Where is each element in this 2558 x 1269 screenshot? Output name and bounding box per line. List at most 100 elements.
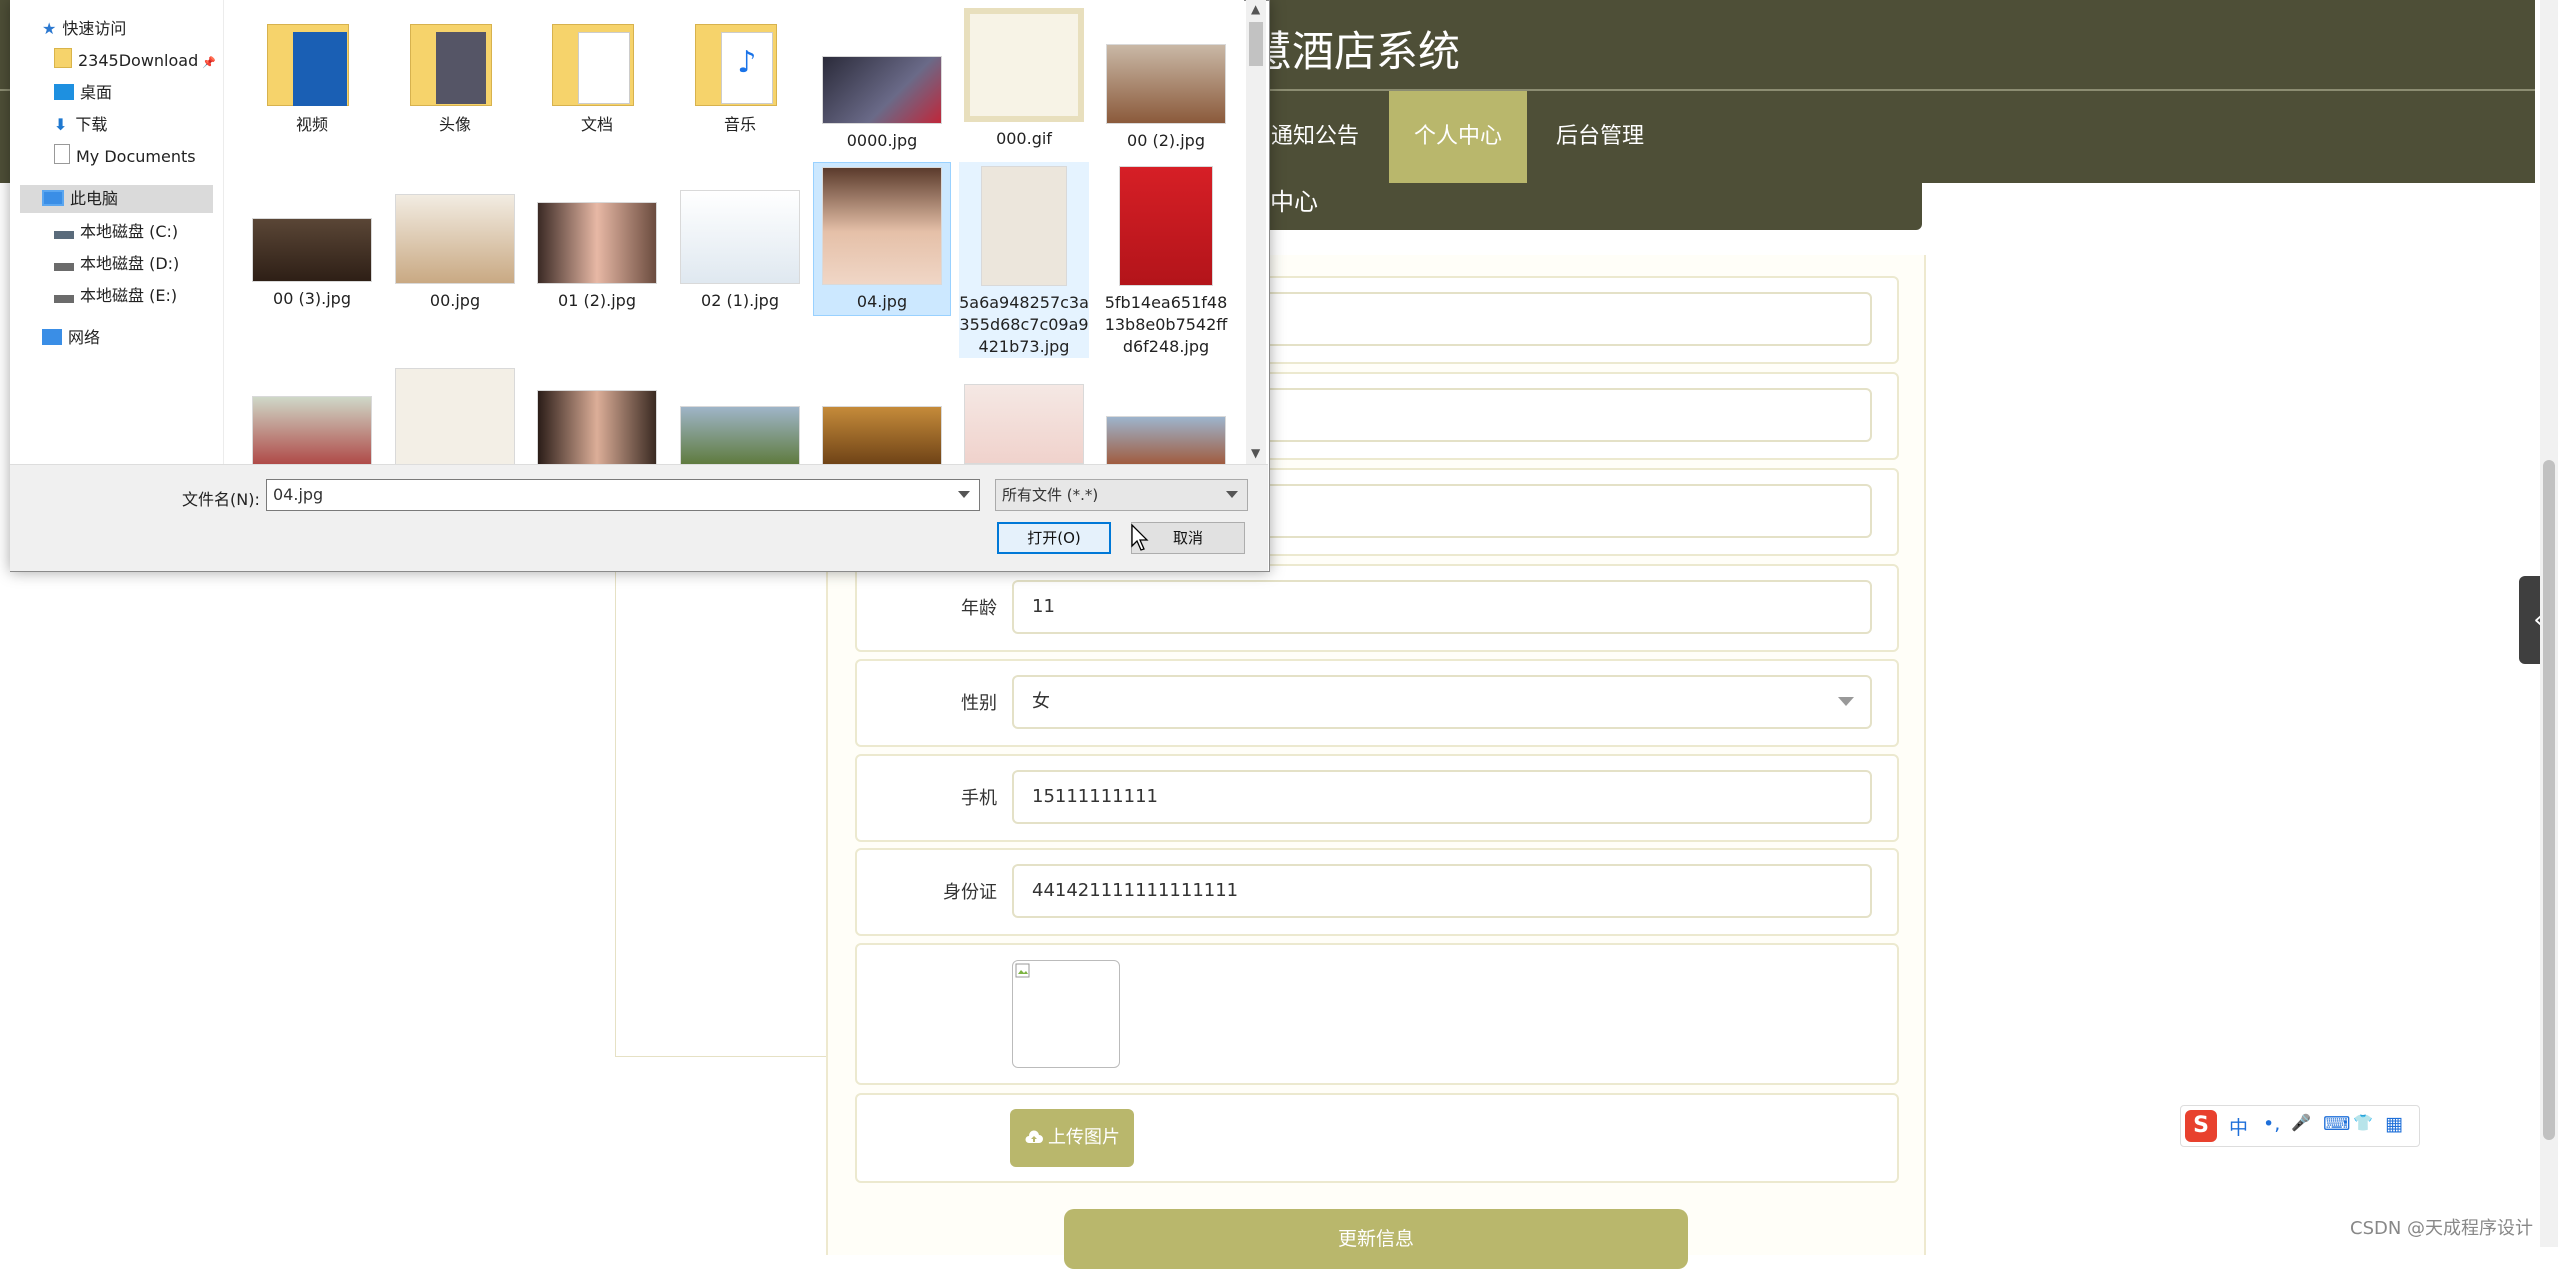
nav-drive-c[interactable]: 本地磁盘 (C:) xyxy=(54,218,178,246)
scroll-down-icon[interactable]: ▼ xyxy=(1251,446,1260,460)
section-title: 中心 xyxy=(1270,188,1318,216)
broken-image-icon xyxy=(1015,963,1030,978)
dialog-navigation-pane: ★ 快速访问 2345Download 📌 桌面 ⬇ 下载 My Documents … xyxy=(10,0,224,464)
file-item-selected[interactable]: 04.jpg xyxy=(813,162,951,316)
keyboard-icon[interactable]: ⌨ xyxy=(2323,1113,2350,1135)
filename-input[interactable]: 04.jpg xyxy=(266,479,980,511)
image-thumbnail xyxy=(680,190,800,284)
page-scrollbar-thumb[interactable] xyxy=(2543,460,2555,1140)
id-card-row: 身份证 441421111111111111 xyxy=(855,848,1899,936)
image-thumbnail xyxy=(537,202,657,284)
network-icon xyxy=(42,329,62,345)
image-thumbnail xyxy=(537,390,657,464)
id-card-input[interactable]: 441421111111111111 xyxy=(1012,864,1872,918)
age-label: 年龄 xyxy=(961,598,997,619)
sogou-logo-icon[interactable]: S xyxy=(2185,1110,2217,1142)
drive-icon xyxy=(54,263,74,271)
age-input[interactable]: 11 xyxy=(1012,580,1872,634)
image-thumbnail xyxy=(395,368,515,464)
nav-desktop[interactable]: 桌面 xyxy=(54,79,112,107)
gender-select[interactable]: 女 xyxy=(1012,675,1872,729)
file-item[interactable]: 00.jpg xyxy=(390,162,520,358)
file-item[interactable]: 01 (2).jpg xyxy=(532,162,662,358)
file-item[interactable]: 000.gif xyxy=(959,0,1089,160)
phone-input[interactable]: 15111111111 xyxy=(1012,770,1872,824)
file-item[interactable]: 文档 xyxy=(532,0,662,160)
file-item[interactable]: 00 (2).jpg xyxy=(1101,0,1231,160)
file-item[interactable] xyxy=(817,360,947,464)
video-folder-icon xyxy=(257,10,367,110)
file-item[interactable]: ♪ 音乐 xyxy=(675,0,805,160)
nav-drive-e[interactable]: 本地磁盘 (E:) xyxy=(54,282,177,310)
update-info-button[interactable]: 更新信息 xyxy=(1064,1209,1688,1269)
file-item[interactable]: 视频 xyxy=(247,0,377,160)
image-thumbnail xyxy=(964,8,1084,122)
gender-row: 性别 女 xyxy=(855,659,1899,747)
image-thumbnail xyxy=(1106,416,1226,464)
nav-personal-center[interactable]: 个人中心 xyxy=(1389,91,1527,183)
ime-chinese-mode[interactable]: 中 xyxy=(2229,1113,2248,1140)
file-item[interactable]: 02 (1).jpg xyxy=(675,162,805,358)
file-item[interactable] xyxy=(1101,360,1231,464)
phone-label: 手机 xyxy=(961,788,997,809)
star-icon: ★ xyxy=(42,19,57,38)
toolbox-icon[interactable]: ▦ xyxy=(2385,1113,2403,1135)
image-thumbnail xyxy=(822,167,942,285)
gender-label: 性别 xyxy=(961,693,997,714)
phone-row: 手机 15111111111 xyxy=(855,754,1899,842)
skin-shirt-icon[interactable]: 👕 xyxy=(2353,1113,2373,1132)
open-button[interactable]: 打开(O) xyxy=(997,522,1111,554)
nav-my-documents[interactable]: My Documents xyxy=(54,143,196,171)
file-item[interactable] xyxy=(390,360,520,464)
download-arrow-icon: ⬇ xyxy=(54,115,68,134)
nav-network[interactable]: 网络 xyxy=(42,324,100,352)
chevron-down-icon[interactable] xyxy=(958,491,970,498)
upload-button-label: 上传图片 xyxy=(1048,1127,1120,1148)
image-thumbnail xyxy=(252,396,372,464)
image-thumbnail xyxy=(680,406,800,464)
file-list-scrollbar[interactable] xyxy=(1246,0,1266,464)
gender-select-value: 女 xyxy=(1032,691,1050,712)
nav-downloads[interactable]: ⬇ 下载 xyxy=(54,111,107,139)
file-item[interactable]: 0000.jpg xyxy=(817,0,947,160)
image-thumbnail xyxy=(964,384,1084,464)
avatar-image-placeholder xyxy=(1012,960,1120,1068)
computer-icon xyxy=(42,190,64,206)
file-item[interactable] xyxy=(959,360,1089,464)
file-list-scrollbar-thumb[interactable] xyxy=(1249,22,1263,66)
music-folder-icon: ♪ xyxy=(685,10,795,110)
file-item[interactable]: 5fb14ea651f4813b8e0b7542ffd6f248.jpg xyxy=(1101,162,1231,358)
file-item[interactable] xyxy=(532,360,662,464)
watermark: CSDN @天成程序设计 xyxy=(2350,1218,2534,1239)
scroll-up-icon[interactable]: ▲ xyxy=(1251,2,1260,16)
image-thumbnail xyxy=(1106,44,1226,124)
file-item[interactable]: 5a6a948257c3a355d68c7c09a9421b73.jpg xyxy=(959,162,1089,358)
file-item[interactable] xyxy=(247,360,377,464)
chevron-down-icon xyxy=(1226,491,1238,498)
microphone-icon[interactable]: 🎤 xyxy=(2291,1113,2311,1132)
file-item[interactable]: 00 (3).jpg xyxy=(247,162,377,358)
file-item[interactable]: 头像 xyxy=(390,0,520,160)
folder-icon xyxy=(400,10,510,110)
mouse-cursor-icon xyxy=(1131,524,1149,551)
nav-2345download[interactable]: 2345Download 📌 xyxy=(54,47,216,75)
file-type-filter[interactable]: 所有文件 (*.*) xyxy=(995,479,1248,511)
file-item[interactable] xyxy=(675,360,805,464)
image-thumbnail xyxy=(1119,166,1213,286)
nav-quick-access[interactable]: ★ 快速访问 xyxy=(42,15,126,43)
document-icon xyxy=(54,144,70,164)
ime-punctuation-icon[interactable]: •, xyxy=(2263,1113,2280,1135)
cloud-upload-icon xyxy=(1025,1130,1043,1143)
image-thumbnail xyxy=(822,406,942,464)
nav-drive-d[interactable]: 本地磁盘 (D:) xyxy=(54,250,179,278)
nav-this-pc[interactable]: 此电脑 xyxy=(20,185,213,213)
section-banner xyxy=(1240,183,1922,230)
image-thumbnail xyxy=(252,218,372,282)
filename-value: 04.jpg xyxy=(273,485,324,504)
folder-icon xyxy=(54,48,72,68)
upload-image-button[interactable]: 上传图片 xyxy=(1010,1109,1134,1167)
nav-admin[interactable]: 后台管理 xyxy=(1527,91,1673,183)
id-card-label: 身份证 xyxy=(943,882,997,903)
age-row: 年龄 11 xyxy=(855,564,1899,652)
filename-label: 文件名(N): xyxy=(182,490,260,509)
